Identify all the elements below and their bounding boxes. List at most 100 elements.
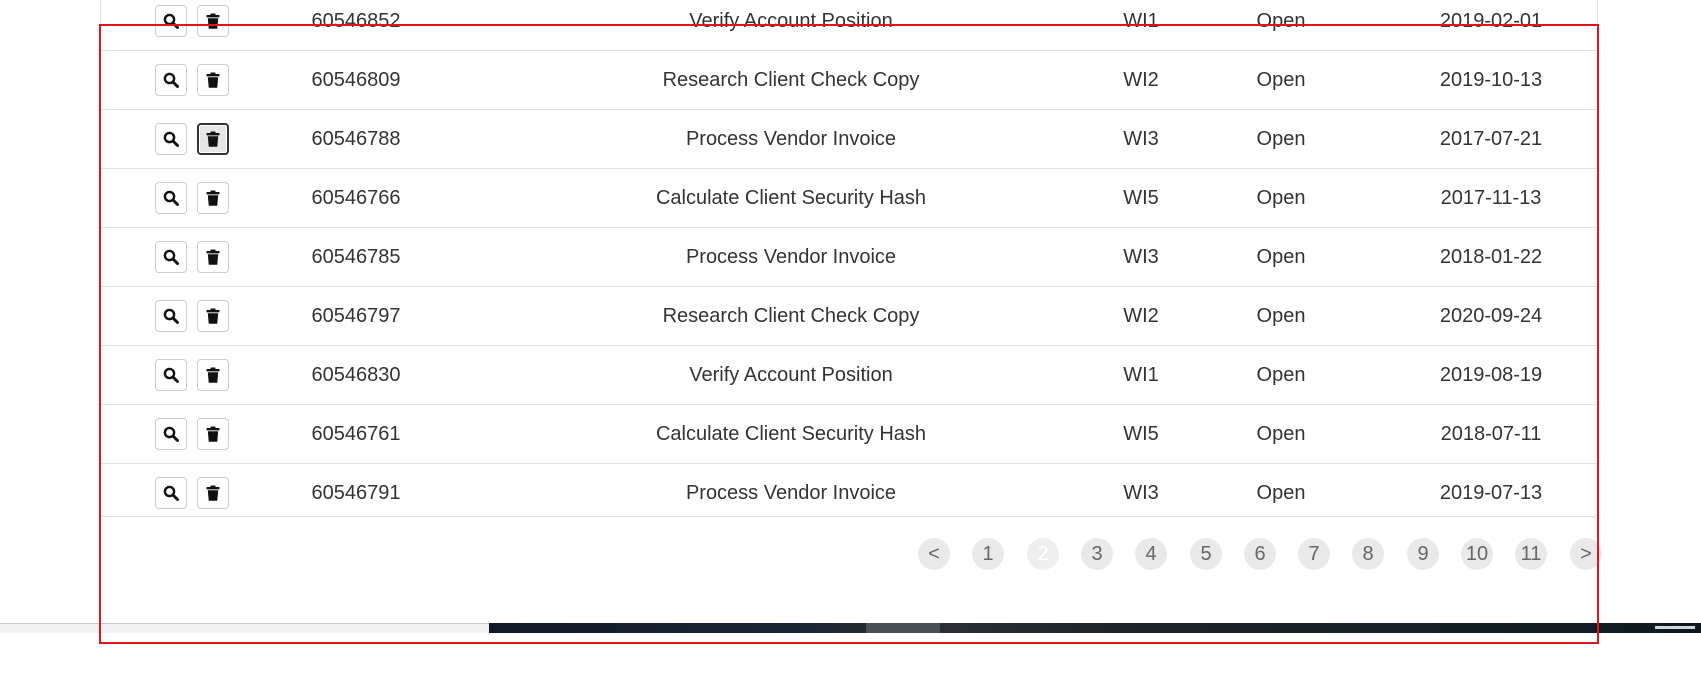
view-button[interactable] [155,123,187,155]
delete-button[interactable] [197,418,229,450]
taskbar-active-item[interactable] [866,623,940,633]
cell-date: 2019-07-13 [1439,482,1543,504]
cell-status: Open [1256,187,1306,209]
row-actions [155,405,235,463]
trash-icon [206,367,220,383]
trash-icon [206,485,220,501]
table-row: 60546791 Process Vendor Invoice WI3 Open 201… [101,464,1597,522]
search-icon [163,308,179,324]
delete-button[interactable] [197,477,229,509]
search-icon [163,249,179,265]
cell-description: Research Client Check Copy [662,305,920,327]
cell-id: 60546791 [311,482,401,504]
table-row: 60546797 Research Client Check Copy WI2 Ope… [101,287,1597,346]
cell-status: Open [1256,128,1306,150]
table-row: 60546809 Research Client Check Copy WI2 Ope… [101,51,1597,110]
work-items-table: 60546852 Verify Account Position WI1 Open 20… [100,0,1598,517]
search-icon [163,190,179,206]
page-button-5[interactable]: 5 [1190,538,1222,570]
page-button-3[interactable]: 3 [1081,538,1113,570]
page-button-4[interactable]: 4 [1135,538,1167,570]
cell-work-item-code: WI2 [1123,69,1159,91]
cell-date: 2019-02-01 [1439,10,1543,32]
trash-icon [206,72,220,88]
cell-date: 2019-08-19 [1439,364,1543,386]
row-actions [155,51,235,109]
delete-button[interactable] [197,241,229,273]
row-actions [155,287,235,345]
cell-work-item-code: WI5 [1123,423,1159,445]
table-row: 60546785 Process Vendor Invoice WI3 Open 201… [101,228,1597,287]
cell-status: Open [1256,364,1306,386]
search-icon [163,131,179,147]
view-button[interactable] [155,241,187,273]
pagination-next-button[interactable]: > [1570,538,1602,570]
view-button[interactable] [155,300,187,332]
pagination: <1 2 3 4 5 6 7 8 9 10 11 > [0,538,1701,570]
page-button-1[interactable]: 1 [972,538,1004,570]
row-actions [155,228,235,286]
page-button-11[interactable]: 11 [1515,538,1547,570]
cell-status: Open [1256,305,1306,327]
search-icon [163,367,179,383]
view-button[interactable] [155,418,187,450]
page-button-9[interactable]: 9 [1407,538,1439,570]
cell-id: 60546809 [311,69,401,91]
cell-description: Verify Account Position [689,364,893,386]
view-button[interactable] [155,359,187,391]
cell-id: 60546766 [311,187,401,209]
trash-icon [206,13,220,29]
row-actions [155,169,235,227]
cell-id: 60546788 [311,128,401,150]
view-button[interactable] [155,182,187,214]
search-icon [163,426,179,442]
table-body: 60546852 Verify Account Position WI1 Open 20… [101,0,1597,522]
cell-date: 2020-09-24 [1439,305,1543,327]
cell-status: Open [1256,69,1306,91]
cell-description: Calculate Client Security Hash [655,423,927,445]
delete-button[interactable] [197,300,229,332]
delete-button[interactable] [197,123,229,155]
taskbar-strip [0,623,1701,633]
page-button-6[interactable]: 6 [1244,538,1276,570]
cell-date: 2017-07-21 [1439,128,1543,150]
view-button[interactable] [155,64,187,96]
cell-id: 60546830 [311,364,401,386]
cell-work-item-code: WI2 [1123,305,1159,327]
taskbar-background [489,623,1701,633]
cell-status: Open [1256,482,1306,504]
cell-description: Calculate Client Security Hash [655,187,927,209]
page-button-7[interactable]: 7 [1298,538,1330,570]
cell-id: 60546852 [311,10,401,32]
search-icon [163,72,179,88]
page-button-10[interactable]: 10 [1461,538,1493,570]
cell-status: Open [1256,246,1306,268]
cell-date: 2018-07-11 [1440,423,1542,445]
trash-icon [206,426,220,442]
view-button[interactable] [155,5,187,37]
cell-description: Verify Account Position [689,10,893,32]
delete-button[interactable] [197,64,229,96]
cell-description: Research Client Check Copy [662,69,920,91]
row-actions [155,464,235,522]
pagination-prev-button[interactable]: < [918,538,950,570]
delete-button[interactable] [197,359,229,391]
cell-date: 2018-01-22 [1439,246,1543,268]
delete-button[interactable] [197,5,229,37]
cell-id: 60546785 [311,246,401,268]
delete-button[interactable] [197,182,229,214]
trash-icon [206,190,220,206]
table-row: 60546852 Verify Account Position WI1 Open 20… [101,0,1597,51]
taskbar-search-area [0,623,489,633]
page-button-2[interactable]: 2 [1027,538,1059,570]
cell-status: Open [1256,10,1306,32]
cell-work-item-code: WI3 [1123,482,1159,504]
table-row: 60546830 Verify Account Position WI1 Open 20… [101,346,1597,405]
table-row: 60546788 Process Vendor Invoice WI3 Open 201… [101,110,1597,169]
trash-icon [206,249,220,265]
trash-icon [206,131,220,147]
screen: 60546852 Verify Account Position WI1 Open 20… [0,0,1701,685]
view-button[interactable] [155,477,187,509]
cell-work-item-code: WI3 [1123,128,1159,150]
page-button-8[interactable]: 8 [1352,538,1384,570]
